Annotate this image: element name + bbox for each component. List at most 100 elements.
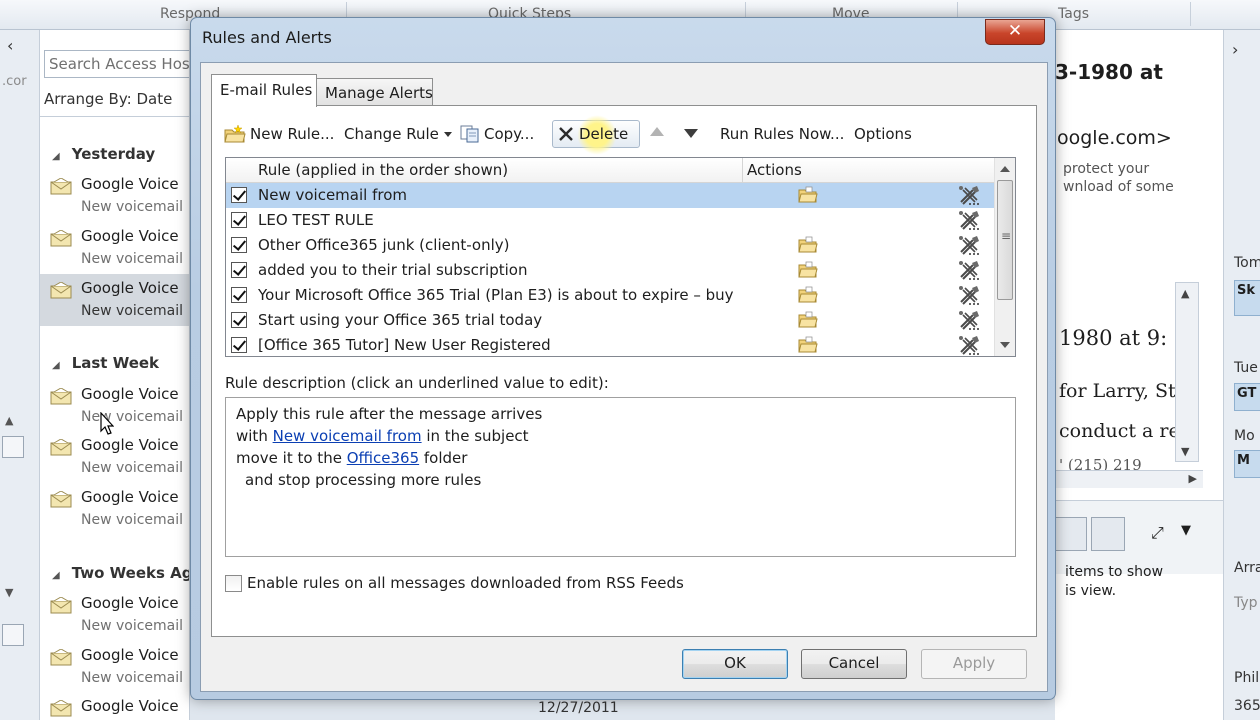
- checkbox[interactable]: [225, 574, 242, 592]
- message-item[interactable]: Google Voice New voicemail: [40, 170, 189, 222]
- rule-row[interactable]: LEO TEST RULE: [226, 208, 994, 233]
- message-subject: New voicemail: [81, 303, 184, 319]
- message-subject: New voicemail: [81, 618, 184, 634]
- rule-enabled-checkbox[interactable]: [231, 187, 247, 203]
- rule-row[interactable]: [Office 365 Tutor] New User Registered: [226, 333, 994, 356]
- rule-row[interactable]: Other Office365 junk (client-only): [226, 233, 994, 258]
- change-rule-button[interactable]: Change Rule: [340, 120, 456, 148]
- tab-manage-alerts[interactable]: Manage Alerts: [316, 78, 433, 106]
- expand-icon[interactable]: ⤢: [1151, 523, 1164, 543]
- rss-rules-checkbox[interactable]: Enable rules on all messages downloaded …: [225, 574, 684, 592]
- reading-horizontal-scrollbar[interactable]: ▶: [1055, 470, 1203, 488]
- nav-pane-button[interactable]: [2, 624, 24, 646]
- rule-name: Your Microsoft Office 365 Trial (Plan E3…: [258, 286, 738, 304]
- rules-list-scrollbar[interactable]: [994, 158, 1015, 356]
- rule-row[interactable]: added you to their trial subscription: [226, 258, 994, 283]
- cancel-button[interactable]: Cancel: [801, 649, 907, 679]
- group-header-yesterday[interactable]: ◢ Yesterday: [52, 145, 155, 163]
- group-header-two-weeks-ago[interactable]: ◢ Two Weeks Ag: [52, 564, 189, 582]
- new-rule-label: New Rule...: [250, 125, 335, 143]
- rule-name: added you to their trial subscription: [258, 261, 528, 279]
- message-item[interactable]: Google Voice New voicemail: [40, 222, 189, 274]
- rule-enabled-checkbox[interactable]: [231, 337, 247, 353]
- move-to-folder-icon: [798, 261, 818, 278]
- message-item[interactable]: Google Voice New voicemail: [40, 431, 189, 483]
- chevron-down-icon[interactable]: ▼: [1181, 523, 1191, 538]
- message-from: Google Voice: [81, 436, 179, 454]
- envelope-icon: [50, 388, 72, 405]
- delete-button[interactable]: Delete: [552, 115, 640, 155]
- rule-desc-text: move it to the: [236, 449, 347, 467]
- message-date: 12/27/2011: [538, 700, 619, 716]
- tab-email-rules[interactable]: E-mail Rules: [211, 74, 317, 107]
- rule-row[interactable]: Your Microsoft Office 365 Trial (Plan E3…: [226, 283, 994, 308]
- change-rule-label: Change Rule: [344, 125, 439, 143]
- message-item[interactable]: Google Voice New voicemail: [40, 641, 189, 693]
- rule-description-line: with New voicemail from in the subject: [236, 425, 1005, 447]
- envelope-icon: [50, 439, 72, 456]
- close-button[interactable]: ✕: [985, 19, 1045, 45]
- appointment-card[interactable]: M: [1234, 450, 1260, 478]
- copy-button[interactable]: Copy...: [456, 120, 538, 148]
- run-rules-now-button[interactable]: Run Rules Now...: [716, 120, 848, 148]
- message-from: Google Voice: [81, 385, 179, 403]
- appointment-card[interactable]: Sk: [1234, 280, 1260, 316]
- reading-infobar-line: wnload of some: [1063, 179, 1174, 195]
- scroll-right-icon[interactable]: ▶: [1189, 472, 1197, 485]
- column-header-actions[interactable]: Actions: [744, 158, 994, 183]
- message-item[interactable]: Google Voice: [40, 692, 189, 720]
- scroll-down-icon[interactable]: ▼: [5, 586, 13, 599]
- message-item[interactable]: Google Voice New voicemail: [40, 589, 189, 641]
- collapse-triangle-icon: ◢: [52, 570, 60, 581]
- arrange-by[interactable]: Arrange By: Date: [44, 90, 172, 108]
- rule-desc-text: in the subject: [421, 427, 529, 445]
- person-icon[interactable]: [1091, 517, 1125, 551]
- person-icon[interactable]: [1055, 517, 1087, 551]
- mouse-pointer-icon: [100, 412, 114, 435]
- envelope-icon: [50, 700, 72, 717]
- column-header-rule[interactable]: Rule (applied in the order shown): [226, 158, 743, 183]
- rule-row[interactable]: New voicemail from: [226, 183, 994, 208]
- ok-button[interactable]: OK: [682, 649, 788, 679]
- apply-button[interactable]: Apply: [921, 649, 1027, 679]
- reading-scrollbar[interactable]: ▲ ▼: [1175, 282, 1199, 462]
- group-header-last-week[interactable]: ◢ Last Week: [52, 354, 159, 372]
- rule-enabled-checkbox[interactable]: [231, 262, 247, 278]
- scroll-thumb[interactable]: [997, 180, 1013, 300]
- navigation-pane-collapsed: ‹ .cor ▲ ▼: [0, 30, 40, 720]
- scroll-down-icon[interactable]: ▼: [1181, 445, 1189, 458]
- subject-value-link[interactable]: New voicemail from: [273, 427, 422, 445]
- reading-body-line: conduct a rea: [1059, 420, 1192, 442]
- scroll-down-icon[interactable]: [1000, 342, 1010, 348]
- rule-enabled-checkbox[interactable]: [231, 237, 247, 253]
- rule-description-line: Apply this rule after the message arrive…: [236, 405, 543, 423]
- new-rule-button[interactable]: New Rule...: [220, 120, 338, 148]
- expand-chevron-icon[interactable]: ‹: [7, 36, 13, 55]
- envelope-icon: [50, 649, 72, 666]
- scroll-up-icon[interactable]: ▲: [5, 414, 13, 427]
- scroll-up-icon[interactable]: ▲: [1181, 287, 1189, 300]
- options-button[interactable]: Options: [850, 120, 916, 148]
- message-item-selected[interactable]: Google Voice New voicemail: [40, 274, 189, 326]
- dialog-title: Rules and Alerts: [202, 28, 332, 47]
- rule-desc-text: with: [236, 427, 273, 445]
- nav-pane-button[interactable]: [2, 436, 24, 458]
- rule-enabled-checkbox[interactable]: [231, 287, 247, 303]
- expand-chevron-icon[interactable]: ›: [1232, 40, 1238, 59]
- rss-rules-label: Enable rules on all messages downloaded …: [247, 574, 684, 592]
- rule-enabled-checkbox[interactable]: [231, 212, 247, 228]
- reading-infobar-line: protect your: [1063, 161, 1150, 177]
- dialog-client: E-mail Rules Manage Alerts New Rule... C…: [200, 62, 1048, 692]
- rule-enabled-checkbox[interactable]: [231, 312, 247, 328]
- scroll-up-icon[interactable]: [1000, 166, 1010, 172]
- todo-input[interactable]: Typ: [1234, 595, 1258, 611]
- move-up-icon[interactable]: [650, 127, 664, 136]
- message-item[interactable]: Google Voice New voicemail: [40, 380, 189, 432]
- rule-description-box: Apply this rule after the message arrive…: [225, 397, 1016, 557]
- rule-row[interactable]: Start using your Office 365 trial today: [226, 308, 994, 333]
- search-input[interactable]: Search Access Host: [44, 50, 189, 78]
- folder-value-link[interactable]: Office365: [347, 449, 419, 467]
- message-item[interactable]: Google Voice New voicemail: [40, 483, 189, 535]
- appointment-card[interactable]: GT: [1234, 383, 1260, 411]
- move-down-icon[interactable]: [684, 129, 698, 138]
